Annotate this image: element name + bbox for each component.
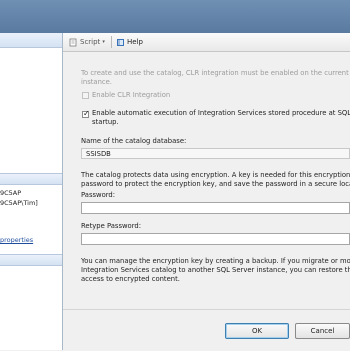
view-connection-properties-link[interactable]: properties — [0, 236, 33, 244]
clr-info-line1: To create and use the catalog, CLR integ… — [81, 69, 350, 77]
password-input[interactable] — [81, 202, 350, 214]
backup-info-line2: Integration Services catalog to another … — [81, 266, 350, 274]
right-pane: Script ▾ Help To create and use the cata… — [63, 33, 350, 351]
enable-clr-checkbox[interactable] — [82, 92, 89, 99]
clr-info-line2: instance. — [81, 78, 112, 86]
machine-name-line2: 9C5AP\Tim] — [0, 199, 38, 207]
help-button[interactable]: Help — [116, 37, 143, 47]
toolbar-separator — [111, 36, 112, 48]
password-label: Password: — [81, 191, 116, 199]
left-pane-header — [0, 33, 62, 48]
dialog-footer: OK Cancel — [63, 309, 350, 351]
auto-exec-label-line1: Enable automatic execution of Integratio… — [92, 109, 350, 117]
enable-clr-label: Enable CLR Integration — [92, 91, 171, 99]
left-pane: 9C5AP 9C5AP\Tim] properties — [0, 33, 63, 350]
help-icon — [117, 38, 124, 46]
help-label: Help — [127, 38, 143, 46]
script-button[interactable]: Script ▾ — [69, 37, 105, 47]
machine-name-line1: 9C5AP — [0, 189, 22, 197]
retype-password-label: Retype Password: — [81, 222, 141, 230]
auto-exec-label-line2: startup. — [92, 118, 119, 126]
cancel-button[interactable]: Cancel — [295, 323, 350, 339]
backup-info-line3: access to encrypted content. — [81, 275, 180, 283]
catalog-name-label: Name of the catalog database: — [81, 137, 187, 145]
script-dropdown-icon: ▾ — [102, 39, 105, 45]
retype-password-input[interactable] — [81, 233, 350, 245]
script-label: Script — [80, 38, 101, 46]
window-titlebar — [0, 0, 350, 33]
catalog-name-field: SSISDB — [81, 148, 350, 159]
toolbar: Script ▾ Help — [63, 33, 350, 52]
left-group-header-progress — [0, 254, 62, 266]
left-group-header-connection — [0, 173, 62, 185]
encryption-info-line2: password to protect the encryption key, … — [81, 180, 350, 188]
backup-info-line1: You can manage the encryption key by cre… — [81, 257, 350, 265]
ok-button[interactable]: OK — [225, 323, 289, 339]
script-icon — [69, 38, 77, 46]
auto-exec-checkbox[interactable] — [82, 109, 90, 118]
encryption-info-line1: The catalog protects data using encrypti… — [81, 171, 350, 179]
